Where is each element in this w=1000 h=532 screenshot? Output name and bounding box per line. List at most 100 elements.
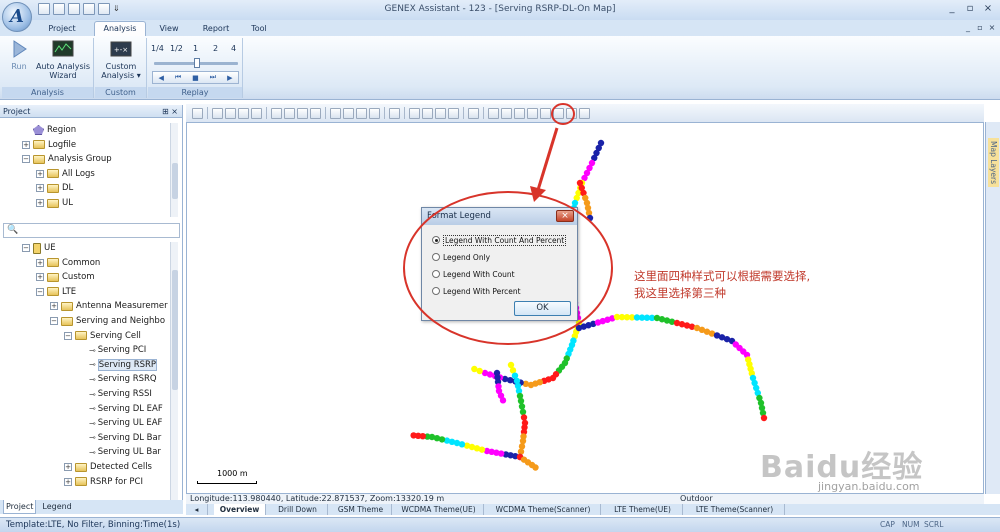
cell-layer-icon[interactable]	[238, 107, 249, 119]
grid-view-icon[interactable]	[212, 107, 223, 119]
tab-tool[interactable]: Tool	[244, 22, 274, 36]
theme-scroll-left-icon[interactable]: ◂	[186, 504, 208, 515]
dialog-close-button[interactable]: ×	[556, 210, 574, 222]
tree-item[interactable]: + All Logs	[36, 167, 95, 181]
select-icon[interactable]	[330, 107, 341, 119]
tree-item[interactable]: ⊸ Serving PCI	[78, 343, 146, 357]
tree-item[interactable]: ⊸ Serving RSSI	[78, 387, 152, 401]
tree-item[interactable]: + Detected Cells	[64, 460, 152, 474]
app-menu-button[interactable]: A	[2, 2, 32, 32]
tab-lte-theme-ue[interactable]: LTE Theme(UE)	[603, 504, 683, 515]
tree-item[interactable]: ⊸ Serving RSRQ	[78, 372, 157, 386]
full-extent-icon[interactable]	[310, 107, 321, 119]
tab-lte-theme-scanner[interactable]: LTE Theme(Scanner)	[685, 504, 785, 515]
auto-analysis-wizard-button[interactable]: Auto Analysis Wizard	[34, 40, 92, 80]
map-view[interactable]: 1000 m	[186, 122, 984, 494]
tree-item[interactable]: − Serving and Neighbo	[50, 314, 165, 328]
tree-item[interactable]: ⊸ Serving DL EAF	[78, 402, 163, 416]
expand-icon[interactable]: +	[22, 140, 30, 149]
tree-item[interactable]: − LTE	[36, 285, 76, 299]
pan-icon[interactable]	[297, 107, 308, 119]
restore-button[interactable]: ▫	[964, 3, 976, 15]
collapse-icon[interactable]: −	[64, 331, 72, 340]
grid-lines-icon[interactable]	[514, 107, 525, 119]
tab-view[interactable]: View	[152, 22, 186, 36]
pointer-icon[interactable]	[192, 107, 203, 119]
zoom-out-icon[interactable]	[284, 107, 295, 119]
legend-format-icon[interactable]	[501, 107, 512, 119]
rate-half[interactable]: 1/2	[170, 44, 183, 53]
next-icon[interactable]: ⏭	[210, 73, 216, 82]
cell-link-icon[interactable]	[488, 107, 499, 119]
map-layers-tab[interactable]: Map Layers	[988, 138, 999, 188]
tree-item[interactable]: − Analysis Group	[22, 152, 112, 166]
replay-speed-thumb[interactable]	[194, 58, 200, 68]
option-legend-only[interactable]: Legend Only	[432, 251, 490, 263]
tree-item[interactable]: + UL	[36, 196, 73, 210]
tree-search-input[interactable]: 🔍	[3, 223, 180, 238]
ok-button[interactable]: OK	[514, 301, 571, 316]
ribbon-close-button[interactable]: ×	[986, 22, 998, 34]
theme-a-icon[interactable]	[409, 107, 420, 119]
radio-with-percent[interactable]	[432, 287, 440, 295]
collapse-icon[interactable]: −	[50, 317, 58, 325]
expand-icon[interactable]: +	[64, 463, 72, 471]
option-count-and-percent[interactable]: Legend With Count And Percent	[432, 234, 567, 246]
label-icon[interactable]	[527, 107, 538, 119]
prop-b-icon[interactable]	[566, 107, 577, 119]
tab-analysis[interactable]: Analysis	[94, 21, 146, 36]
play-icon[interactable]: ▶	[227, 74, 232, 82]
collapse-icon[interactable]: −	[22, 244, 30, 252]
tree-item[interactable]: ⊸ Serving UL EAF	[78, 416, 162, 430]
zoom-in-icon[interactable]	[271, 107, 282, 119]
collapse-icon[interactable]: −	[36, 287, 44, 296]
select-poly-icon[interactable]	[369, 107, 380, 119]
tab-gsm-theme[interactable]: GSM Theme	[330, 504, 392, 515]
custom-analysis-button[interactable]: +-× Custom Analysis ▾	[98, 40, 144, 80]
theme-b-icon[interactable]	[422, 107, 433, 119]
tree-item[interactable]: + Antenna Measuremer	[50, 299, 168, 313]
tree-item[interactable]: − UE	[22, 241, 56, 255]
copy-icon[interactable]	[540, 107, 551, 119]
expand-icon[interactable]: +	[36, 199, 44, 207]
tree-item[interactable]: + Logfile	[22, 138, 76, 152]
expand-icon[interactable]: +	[36, 169, 44, 178]
tab-project[interactable]: Project	[40, 22, 84, 36]
tree-item[interactable]: + Custom	[36, 270, 95, 284]
theme-d-icon[interactable]	[448, 107, 459, 119]
run-button[interactable]: Run	[4, 40, 34, 71]
tree-item[interactable]: + DL	[36, 181, 73, 195]
expand-icon[interactable]: +	[36, 258, 44, 267]
previous-icon[interactable]: ⏮	[175, 73, 181, 82]
tree-item[interactable]: ⊸ Serving RSRP	[78, 358, 158, 372]
expand-icon[interactable]: +	[36, 184, 44, 193]
settings-icon[interactable]	[579, 107, 590, 119]
expand-icon[interactable]: +	[64, 477, 72, 486]
radio-legend-only[interactable]	[432, 253, 440, 261]
tree-top-scrollbar[interactable]	[170, 123, 178, 217]
tab-legend-panel[interactable]: Legend	[40, 500, 73, 514]
radio-with-count[interactable]	[432, 270, 440, 278]
step-back-icon[interactable]: ◀	[158, 74, 163, 82]
sector-layer-icon[interactable]	[251, 107, 262, 119]
close-window-button[interactable]: ×	[982, 3, 994, 15]
rate-one[interactable]: 1	[193, 44, 198, 53]
tree-item[interactable]: + Common	[36, 256, 100, 270]
ribbon-restore-button[interactable]: ▫	[974, 22, 986, 34]
layers-icon[interactable]	[225, 107, 236, 119]
rate-two[interactable]: 2	[213, 44, 218, 53]
collapse-icon[interactable]: −	[22, 155, 30, 164]
tab-drill-down[interactable]: Drill Down	[268, 504, 328, 515]
tab-report[interactable]: Report	[196, 22, 236, 36]
radio-count-and-percent[interactable]	[432, 236, 440, 244]
tab-project-panel[interactable]: Project	[3, 500, 37, 514]
rate-four[interactable]: 4	[231, 44, 236, 53]
tree-item[interactable]: ⊸ Serving DL Bar	[78, 431, 161, 445]
tree-item[interactable]: + RSRP for PCI	[64, 475, 143, 489]
stop-icon[interactable]: ■	[192, 74, 199, 82]
option-with-count[interactable]: Legend With Count	[432, 268, 515, 280]
find-icon[interactable]	[468, 107, 479, 119]
select-rect-icon[interactable]	[343, 107, 354, 119]
tab-wcdma-theme-scanner[interactable]: WCDMA Theme(Scanner)	[486, 504, 601, 515]
theme-c-icon[interactable]	[435, 107, 446, 119]
